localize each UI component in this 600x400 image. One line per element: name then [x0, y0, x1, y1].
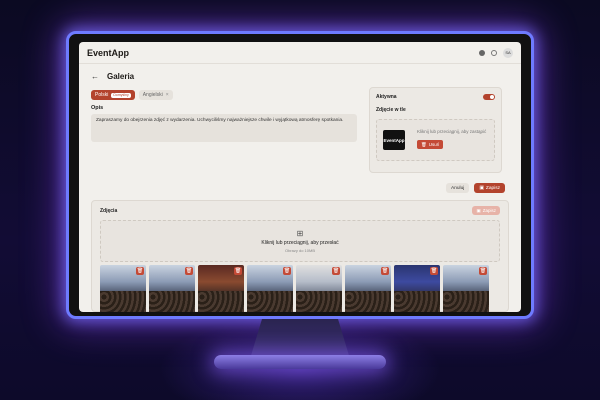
trash-icon[interactable]: 🗑	[479, 267, 487, 275]
description-textarea[interactable]: Zapraszamy do obejrzenia zdjęć z wydarze…	[91, 114, 357, 142]
photo-thumbnail[interactable]: 🗑	[443, 265, 489, 312]
photo-thumbnail[interactable]: 🗑	[100, 265, 146, 312]
background-thumbnail: EventApp	[383, 130, 405, 150]
dropzone-text: Kliknij lub przeciągnij, aby zastąpić	[417, 129, 487, 134]
remove-label: Usuń	[428, 142, 440, 147]
remove-button[interactable]: 🗑 Usuń	[417, 140, 444, 149]
gallery-dropzone[interactable]: ⊞ Kliknij lub przeciągnij, aby przesłać …	[100, 220, 500, 262]
avatar[interactable]: SA	[503, 47, 513, 58]
gallery-save-label: Zapisz	[482, 208, 496, 213]
cancel-button[interactable]: Anuluj	[446, 183, 470, 193]
background-label: Zdjęcie w tle	[376, 107, 406, 113]
photo-thumbnail[interactable]: 🗑	[198, 265, 244, 312]
tab-language-english[interactable]: Angielski ×	[138, 90, 173, 100]
app-screen: EventApp SA ← Galeria Polski Domyślny An…	[79, 42, 521, 312]
photo-grid: 🗑 🗑 🗑 🗑 🗑 🗑 🗑 🗑	[100, 265, 500, 312]
active-toggle[interactable]	[483, 94, 495, 100]
form-actions: Anuluj ▣ Zapisz	[446, 183, 506, 193]
trash-icon: 🗑	[421, 141, 427, 147]
trash-icon[interactable]: 🗑	[381, 267, 389, 275]
top-icons: SA	[479, 47, 513, 58]
photo-thumbnail[interactable]: 🗑	[247, 265, 293, 312]
save-button[interactable]: ▣ Zapisz	[474, 183, 506, 193]
photo-thumbnail[interactable]: 🗑	[149, 265, 195, 312]
trash-icon[interactable]: 🗑	[332, 267, 340, 275]
tab-label: Angielski	[142, 92, 163, 98]
image-upload-icon: ⊞	[296, 229, 304, 238]
top-bar: EventApp SA	[79, 42, 521, 64]
trash-icon[interactable]: 🗑	[430, 267, 438, 275]
background-dropzone[interactable]: EventApp Kliknij lub przeciągnij, aby za…	[376, 119, 495, 161]
dropzone-title: Kliknij lub przeciągnij, aby przesłać	[261, 240, 339, 246]
gallery-save-button[interactable]: ▣ Zapisz	[472, 206, 500, 215]
gallery-header: Zdjęcia ▣ Zapisz	[100, 206, 500, 215]
brand-logo: EventApp	[87, 47, 130, 58]
trash-icon[interactable]: 🗑	[136, 267, 144, 275]
tab-label: Polski	[95, 92, 109, 98]
tab-language-polish[interactable]: Polski Domyślny	[91, 90, 135, 100]
gallery-section: Zdjęcia ▣ Zapisz ⊞ Kliknij lub przeciągn…	[91, 200, 509, 312]
page-header: ← Galeria	[91, 64, 509, 88]
trash-icon[interactable]: 🗑	[185, 267, 193, 275]
save-icon: ▣	[476, 207, 481, 213]
photo-thumbnail[interactable]: 🗑	[394, 265, 440, 312]
arrow-left-icon[interactable]: ←	[91, 72, 99, 81]
monitor-base	[214, 355, 386, 369]
page-title: Galeria	[107, 71, 135, 81]
active-row: Aktywna	[376, 94, 495, 100]
close-icon[interactable]: ×	[166, 92, 169, 98]
settings-card: Aktywna Zdjęcie w tle EventApp Kliknij l…	[369, 87, 502, 173]
active-label: Aktywna	[376, 94, 397, 100]
save-label: Zapisz	[485, 185, 501, 191]
dropzone-hint: Obrazy do 10MB	[284, 248, 315, 253]
save-icon: ▣	[479, 185, 484, 191]
gallery-label: Zdjęcia	[100, 207, 118, 214]
notification-icon[interactable]	[491, 49, 497, 56]
default-badge: Domyślny	[111, 92, 131, 98]
photo-thumbnail[interactable]: 🗑	[296, 265, 342, 312]
trash-icon[interactable]: 🗑	[234, 267, 242, 275]
monitor-stand	[250, 319, 350, 359]
theme-icon[interactable]	[479, 49, 485, 56]
trash-icon[interactable]: 🗑	[283, 267, 291, 275]
photo-thumbnail[interactable]: 🗑	[345, 265, 391, 312]
